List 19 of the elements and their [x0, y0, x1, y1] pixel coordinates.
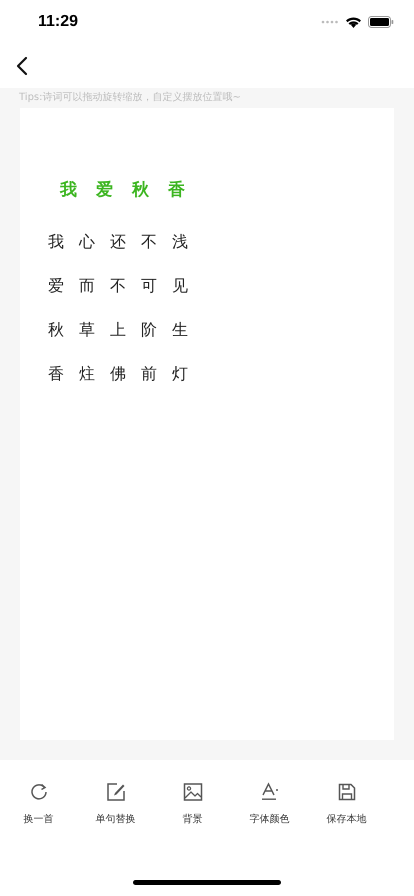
- poem-line[interactable]: 爱而不可见: [48, 274, 203, 298]
- status-time: 11:29: [38, 13, 78, 31]
- signal-icon: [321, 20, 339, 24]
- save-icon: [336, 782, 356, 802]
- toolbar-button[interactable]: 字体颜色: [231, 782, 308, 826]
- image-icon: [182, 782, 202, 802]
- battery-icon: [368, 16, 394, 28]
- toolbar-button[interactable]: 换一首: [0, 782, 77, 826]
- poem-line[interactable]: 香炷佛前灯: [48, 362, 203, 386]
- toolbar-button[interactable]: 单句替换: [77, 782, 154, 826]
- font-color-icon: [260, 782, 280, 802]
- edit-icon: [106, 782, 126, 802]
- refresh-icon: [28, 782, 48, 802]
- toolbar-button[interactable]: 保存本地: [308, 782, 385, 826]
- poem-line[interactable]: 秋草上阶生: [48, 318, 203, 342]
- poem-line[interactable]: 我心还不浅: [48, 230, 203, 254]
- toolbar-button[interactable]: 背景: [154, 782, 231, 826]
- wifi-icon: [345, 16, 362, 28]
- tips-text: Tips:诗词可以拖动旋转缩放，自定义摆放位置哦~: [19, 90, 242, 105]
